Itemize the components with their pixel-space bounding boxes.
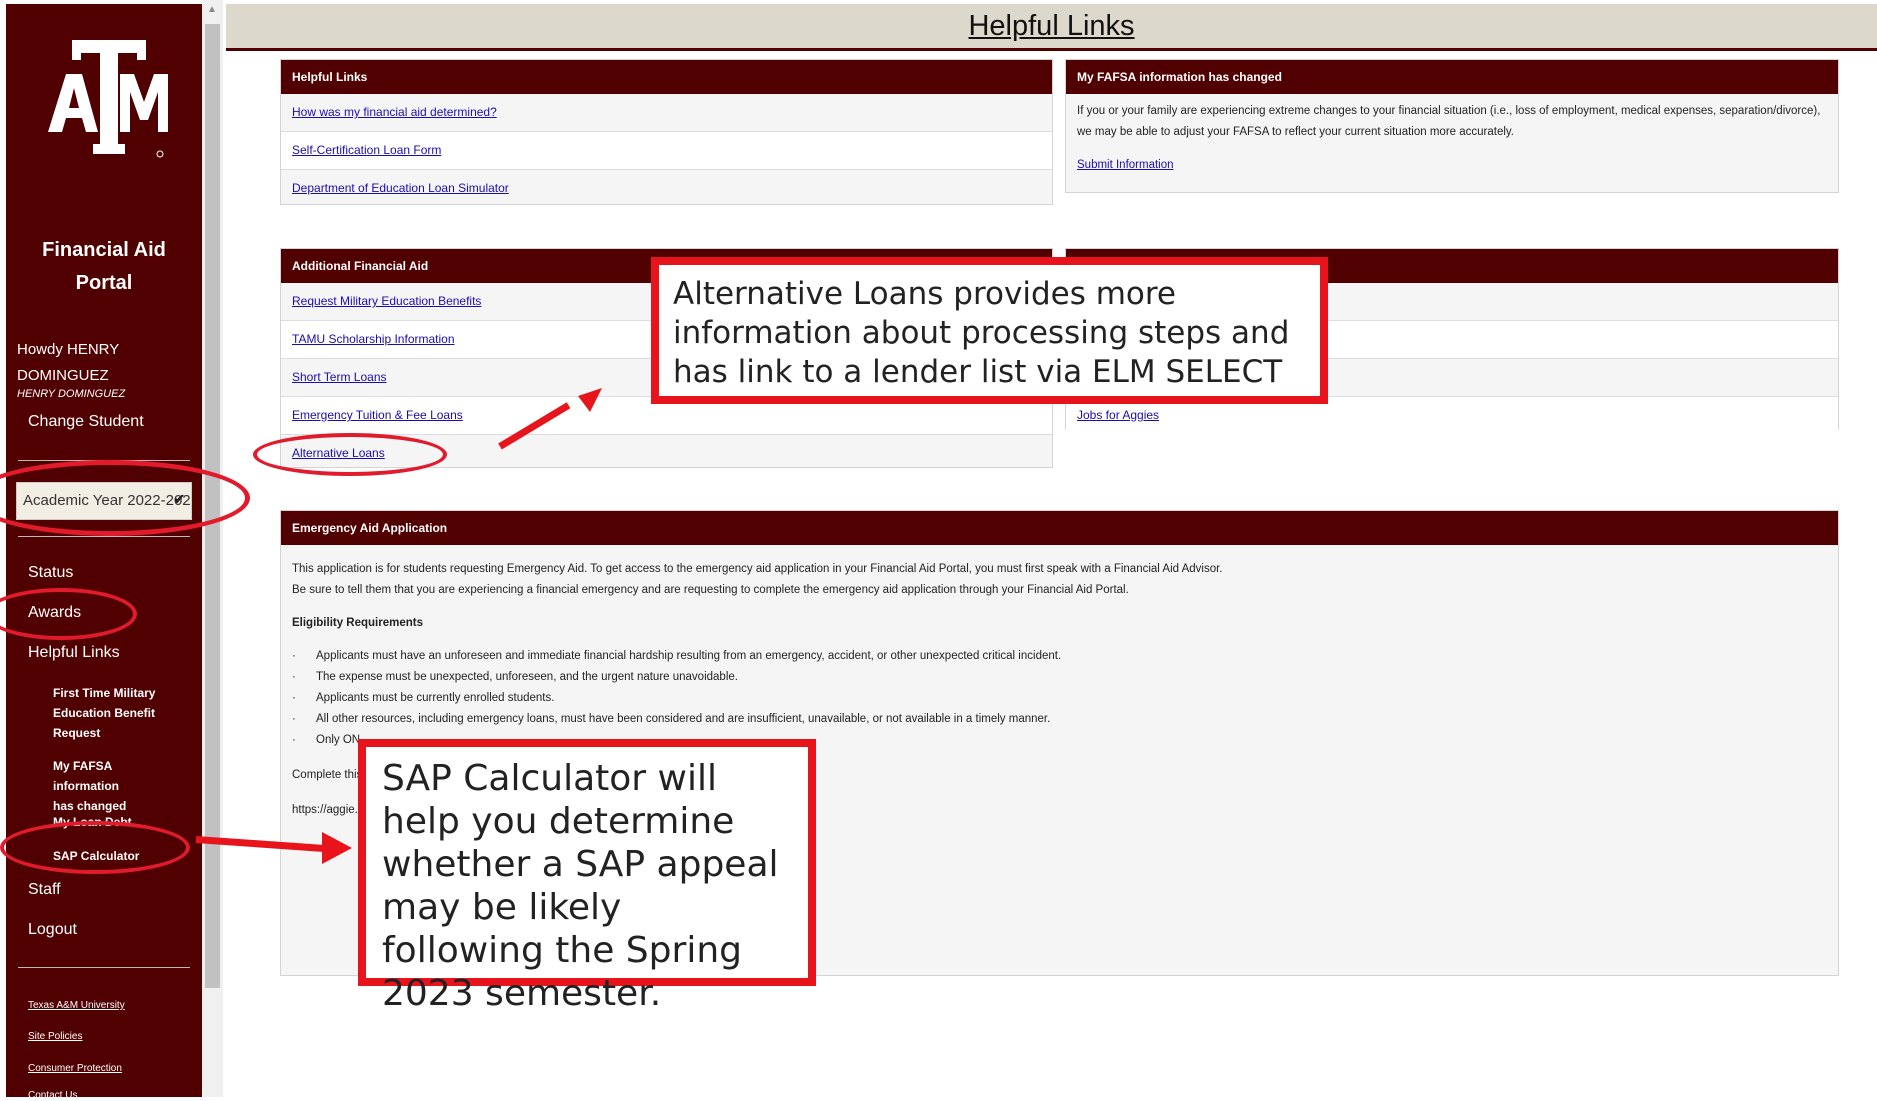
- nav-status[interactable]: Status: [28, 564, 73, 582]
- annotation-ellipse: [0, 821, 190, 874]
- nav-logout[interactable]: Logout: [28, 921, 77, 939]
- alternative-loans-callout: Alternative Loans provides more informat…: [651, 257, 1328, 404]
- nav-staff[interactable]: Staff: [28, 881, 61, 899]
- annotation-arrowhead-icon: [322, 832, 352, 864]
- requirement-item: · The expense must be unexpected, unfores…: [292, 671, 738, 683]
- loan-simulator-link[interactable]: Department of Education Loan Simulator: [292, 181, 509, 195]
- sidebar: Financial Aid Portal Howdy HENRY DOMINGU…: [6, 4, 202, 1101]
- footer-consumer-protection-link[interactable]: Consumer Protection: [28, 1063, 122, 1074]
- requirement-item: · All other resources, including emergenc…: [292, 713, 1051, 725]
- change-student-link[interactable]: Change Student: [28, 413, 144, 431]
- atm-logo: [48, 40, 168, 158]
- annotation-ellipse: [253, 433, 447, 476]
- emergency-intro: Be sure to tell them that you are experi…: [292, 584, 1129, 596]
- requirement-item: · Applicants must have an unforeseen and …: [292, 650, 1062, 662]
- panel-heading: Helpful Links: [281, 60, 1052, 94]
- scrollbar[interactable]: ▲: [202, 0, 223, 1097]
- list-item: Department of Education Loan Simulator: [281, 170, 1052, 207]
- fafsa-description: If you or your family are experiencing e…: [1077, 105, 1821, 138]
- portal-title: Financial Aid Portal: [42, 239, 166, 294]
- emergency-tuition-loans-link[interactable]: Emergency Tuition & Fee Loans: [292, 408, 463, 422]
- nav-helpful-links[interactable]: Helpful Links: [28, 644, 120, 662]
- scroll-up-arrow-icon[interactable]: ▲: [207, 4, 217, 15]
- fafsa-panel: My FAFSA information has changed If you …: [1065, 59, 1839, 193]
- panel-heading: My FAFSA information has changed: [1066, 60, 1838, 94]
- eligibility-heading: Eligibility Requirements: [292, 617, 423, 629]
- sap-calculator-callout: SAP Calculator will help you determine w…: [358, 739, 816, 1014]
- submit-information-link[interactable]: Submit Information: [1077, 159, 1174, 171]
- page-title: Helpful Links: [968, 10, 1135, 42]
- helpful-links-panel: Helpful Links How was my financial aid d…: [280, 59, 1053, 205]
- emergency-intro: This application is for students request…: [292, 563, 1223, 575]
- subnav-military-benefit[interactable]: First Time Military Education Benefit Re…: [53, 683, 173, 743]
- jobs-for-aggies-link[interactable]: Jobs for Aggies: [1077, 408, 1159, 422]
- page-header: Helpful Links: [226, 4, 1877, 51]
- footer-site-policies-link[interactable]: Site Policies: [28, 1031, 82, 1042]
- short-term-loans-link[interactable]: Short Term Loans: [292, 370, 387, 384]
- subnav-fafsa-changed[interactable]: My FAFSA information has changed: [53, 756, 173, 816]
- list-item: Self-Certification Loan Form: [281, 132, 1052, 170]
- student-name: HENRY DOMINGUEZ: [17, 388, 126, 400]
- list-item: How was my financial aid determined?: [281, 94, 1052, 132]
- footer-contact-link[interactable]: Contact Us: [28, 1090, 77, 1101]
- annotation-arrowhead-icon: [578, 388, 602, 412]
- self-cert-loan-link[interactable]: Self-Certification Loan Form: [292, 143, 441, 157]
- requirement-item: · Applicants must be currently enrolled s…: [292, 692, 555, 704]
- howdy-greeting: Howdy HENRY DOMINGUEZ: [17, 341, 120, 384]
- sidebar-divider: [18, 967, 190, 968]
- aid-determined-link[interactable]: How was my financial aid determined?: [292, 105, 497, 119]
- sidebar-divider: [18, 536, 190, 537]
- military-benefits-link[interactable]: Request Military Education Benefits: [292, 294, 481, 308]
- footer-tamu-link[interactable]: Texas A&M University: [28, 1000, 125, 1011]
- scholarship-info-link[interactable]: TAMU Scholarship Information: [292, 332, 455, 346]
- panel-heading: Emergency Aid Application: [281, 511, 1838, 545]
